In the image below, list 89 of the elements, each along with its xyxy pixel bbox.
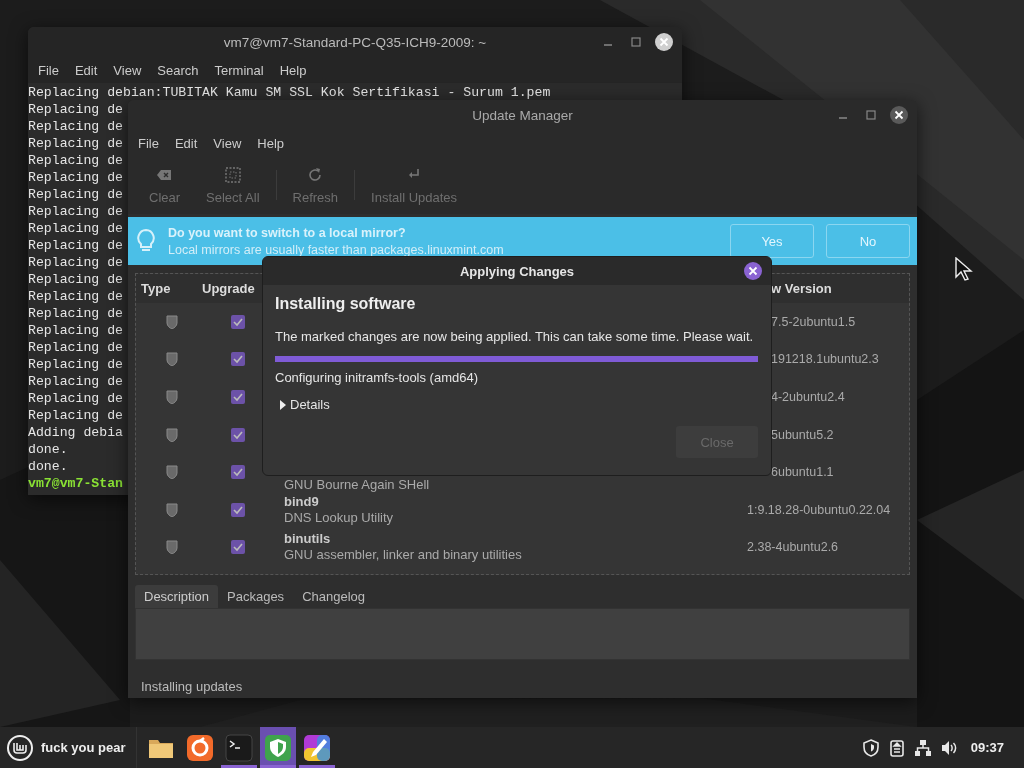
terminal-icon xyxy=(223,732,254,763)
menu-item[interactable]: File xyxy=(30,62,67,78)
taskbar-app[interactable] xyxy=(259,727,296,768)
progress-status: Configuring initramfs-tools (amd64) xyxy=(275,370,480,385)
dialog-title: Applying Changes xyxy=(459,263,575,279)
terminal-line: Replacing de xyxy=(28,407,123,424)
close-icon[interactable] xyxy=(654,32,674,52)
terminal-line: Replacing de xyxy=(28,220,123,237)
menu-item[interactable]: Edit xyxy=(166,135,206,151)
browser-icon xyxy=(184,732,215,763)
menu-item[interactable]: View xyxy=(105,62,150,78)
shield-icon xyxy=(166,540,178,555)
tab[interactable]: Packages xyxy=(218,585,294,608)
tab[interactable]: Description xyxy=(135,585,219,608)
shield-icon xyxy=(166,314,178,329)
terminal-line: Replacing de xyxy=(28,288,123,305)
shield-icon xyxy=(166,427,178,442)
shield-icon xyxy=(166,465,178,480)
logo-icon xyxy=(6,733,34,762)
cursor-icon xyxy=(955,257,973,281)
paint-brush-icon xyxy=(301,732,332,763)
terminal-line: Replacing de xyxy=(28,135,123,152)
shield-icon xyxy=(262,732,293,763)
package-name: binutils xyxy=(284,531,332,548)
terminal-line: Replacing de xyxy=(28,271,123,288)
menu-item[interactable]: Search xyxy=(149,62,207,78)
clock[interactable]: 09:37 xyxy=(962,740,1024,755)
terminal-line: Replacing de xyxy=(28,101,123,118)
upgrade-checkbox[interactable] xyxy=(231,314,245,329)
triangle-icon xyxy=(278,398,286,411)
terminal-line: Replacing de xyxy=(28,339,123,356)
upgrade-checkbox[interactable] xyxy=(231,502,245,517)
terminal-line: Replacing de xyxy=(28,390,123,407)
status-text: Installing updates xyxy=(140,678,244,694)
column-header[interactable]: Type xyxy=(136,281,197,296)
terminal-prompt: vm7@vm7-Stan xyxy=(28,475,123,492)
terminal-line: Replacing de xyxy=(28,305,123,322)
terminal-line: Replacing de xyxy=(28,373,123,390)
package-version: 191218.1ubuntu2.3 xyxy=(771,352,879,367)
terminal-line: Replacing de xyxy=(28,322,123,339)
select-all-icon xyxy=(223,165,242,184)
terminal-line: Adding debia xyxy=(28,424,123,441)
terminal-line: Replacing debian:TUBITAK Kamu SM SSL Kok Sertifikasi - Surum 1.pem xyxy=(28,84,551,101)
shield-icon xyxy=(166,390,178,404)
dialog-message: The marked changes are now being applied. This can take some time. Please wait. xyxy=(275,329,755,344)
lightbulb-icon xyxy=(136,228,156,254)
terminal-line: done. xyxy=(28,441,68,458)
menu-item[interactable]: Terminal xyxy=(206,62,272,78)
terminal-line: Replacing de xyxy=(28,118,123,135)
package-name: bind9 xyxy=(284,493,320,510)
menu-item[interactable]: View xyxy=(205,135,250,151)
close-icon[interactable] xyxy=(743,261,763,281)
details-expander[interactable]: Details xyxy=(275,397,333,412)
window-title: vm7@vm7-Standard-PC-Q35-ICH9-2009: ~ xyxy=(223,34,487,50)
terminal-line: Replacing de xyxy=(28,186,123,203)
package-description: GNU Bourne Again SHell xyxy=(284,477,431,491)
terminal-line: Replacing de xyxy=(28,237,123,254)
terminal-line: done. xyxy=(28,458,68,475)
window-title: Update Manager xyxy=(472,107,573,123)
package-version: 4-2ubuntu2.4 xyxy=(771,390,845,404)
menu-button[interactable]: fuck you pear xyxy=(0,727,136,768)
terminal-line: Replacing de xyxy=(28,152,123,169)
package-description: DNS Lookup Utility xyxy=(284,509,395,526)
upgrade-checkbox[interactable] xyxy=(231,352,245,367)
terminal-line: Replacing de xyxy=(28,203,123,220)
package-version: 6ubuntu1.1 xyxy=(771,465,834,480)
upgrade-checkbox[interactable] xyxy=(231,427,245,442)
terminal-line: Replacing de xyxy=(28,254,123,271)
package-version: 5ubuntu5.2 xyxy=(771,427,834,442)
banner-title: Do you want to switch to a local mirror? xyxy=(168,225,407,240)
menu-item[interactable]: Help xyxy=(249,135,293,151)
package-version: 2.38-4ubuntu2.6 xyxy=(747,540,839,555)
package-description: GNU assembler, linker and binary utilities xyxy=(284,547,523,564)
package-version: 7.5-2ubuntu1.5 xyxy=(771,314,856,329)
upgrade-checkbox[interactable] xyxy=(231,465,245,480)
package-version: 1:9.18.28-0ubuntu0.22.04 xyxy=(747,502,891,517)
menu-item[interactable]: File xyxy=(130,135,167,151)
menu-item[interactable]: Edit xyxy=(66,62,106,78)
shield-icon xyxy=(166,352,178,367)
menu-item[interactable]: Help xyxy=(271,62,315,78)
shield-icon xyxy=(166,502,178,517)
upgrade-checkbox[interactable] xyxy=(231,390,245,404)
close-icon[interactable] xyxy=(889,105,909,125)
dialog-heading: Installing software xyxy=(275,295,417,313)
terminal-line: Replacing de xyxy=(28,169,123,186)
upgrade-checkbox[interactable] xyxy=(231,540,245,555)
terminal-line: Replacing de xyxy=(28,356,123,373)
banner-text: Local mirrors are usually faster than packages.linuxmint.com xyxy=(168,242,505,257)
tab[interactable]: Changelog xyxy=(293,585,374,608)
